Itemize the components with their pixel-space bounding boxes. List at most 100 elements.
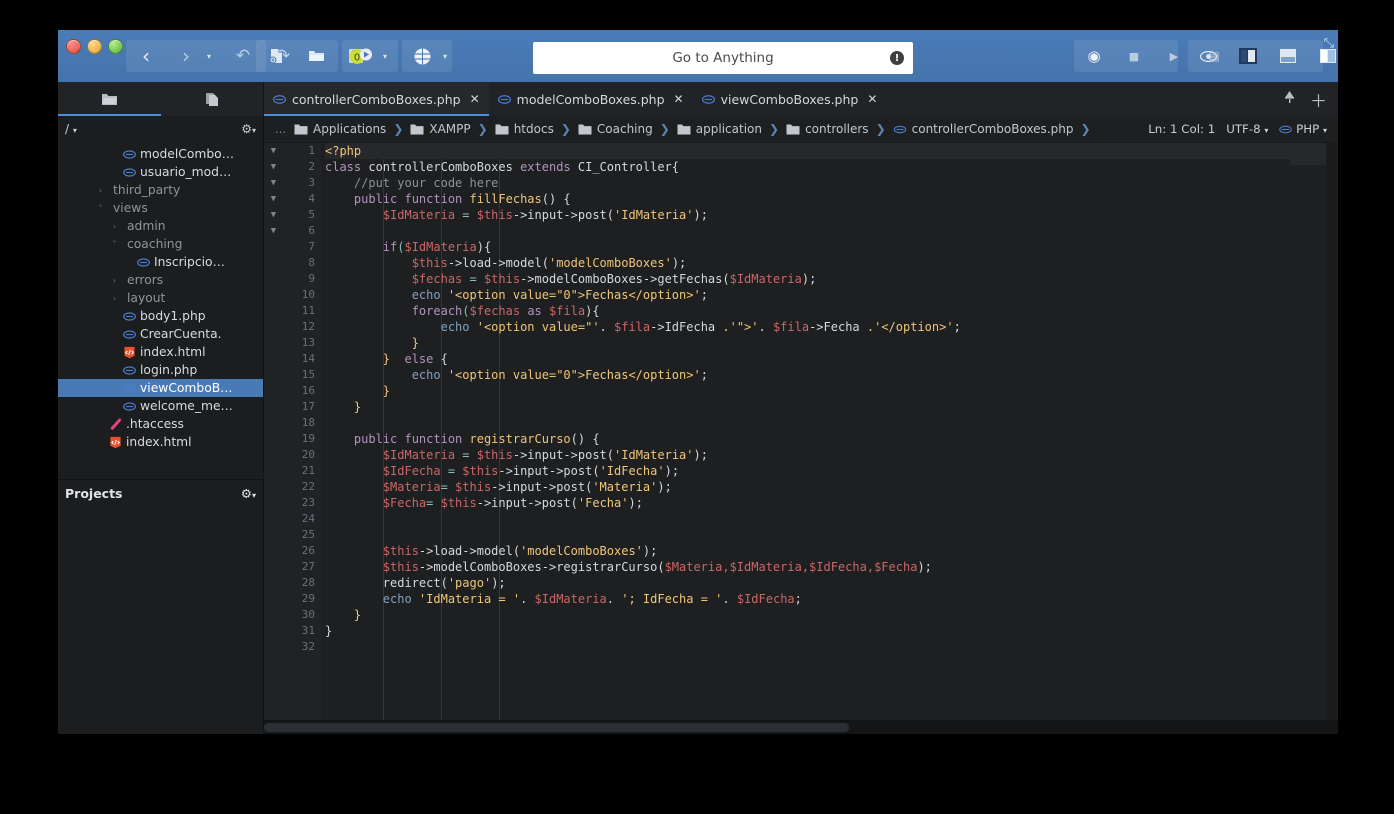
code-line[interactable]: } (325, 383, 1338, 399)
code-line[interactable] (325, 415, 1338, 431)
close-window-button[interactable] (66, 39, 81, 54)
pane-bottom-button[interactable] (1268, 40, 1308, 72)
toggle-visibility-icon[interactable] (1188, 40, 1228, 72)
fold-toggle-icon[interactable]: ▼ (264, 143, 283, 159)
projects-gear-icon[interactable]: ⚙▾ (241, 486, 256, 501)
code-line[interactable]: $this->load->model('modelComboBoxes'); (325, 543, 1338, 559)
file-tab[interactable]: modelComboBoxes.php ✕ (489, 82, 693, 116)
fold-gutter[interactable]: ▼ ▼ ▼ ▼ ▼ ▼ (264, 143, 283, 720)
code-line[interactable]: } (325, 607, 1338, 623)
file-tree-item[interactable]: usuario_mod… (58, 163, 263, 181)
code-line[interactable]: echo '<option value="0">Fechas</option>'… (325, 287, 1338, 303)
code-area[interactable]: <?php class controllerComboBoxes extends … (321, 143, 1338, 720)
breadcrumb-item[interactable]: Applications (291, 122, 389, 136)
tree-disclosure-icon[interactable]: › (96, 186, 105, 195)
breadcrumb-item[interactable]: application (674, 122, 765, 136)
code-line[interactable]: $fechas = $this->modelComboBoxes->getFec… (325, 271, 1338, 287)
breadcrumb-item[interactable]: Coaching (575, 122, 656, 136)
file-tab[interactable]: controllerComboBoxes.php ✕ (264, 82, 489, 116)
code-line[interactable]: } (325, 399, 1338, 415)
file-tree-item[interactable]: ˅ coaching (58, 235, 263, 253)
file-tree-item[interactable]: › third_party (58, 181, 263, 199)
code-line[interactable]: if($IdMateria){ (325, 239, 1338, 255)
code-line[interactable]: redirect('pago'); (325, 575, 1338, 591)
code-line[interactable]: $Fecha= $this->input->post('Fecha'); (325, 495, 1338, 511)
breadcrumb-item[interactable]: htdocs (492, 122, 557, 136)
tree-disclosure-icon[interactable]: › (110, 222, 119, 231)
breadcrumb-item[interactable]: XAMPP (407, 122, 473, 136)
code-editor[interactable]: ▼ ▼ ▼ ▼ ▼ ▼ 1 2 3 4 5 6 7 8 9 10 11 12 13 14 15 16 17 18 19 20 21… (264, 143, 1338, 720)
forward-button[interactable]: › (166, 40, 206, 72)
code-line[interactable]: public function registrarCurso() { (325, 431, 1338, 447)
fold-toggle-icon[interactable]: ▼ (264, 175, 283, 191)
close-tab-icon[interactable]: ✕ (674, 92, 684, 106)
breadcrumb-item[interactable]: controllerComboBoxes.php (890, 122, 1077, 136)
open-folder-icon[interactable] (296, 40, 336, 72)
maximize-window-button[interactable] (108, 39, 123, 54)
file-tree-item[interactable]: › errors (58, 271, 263, 289)
code-line[interactable]: $this->load->model('modelComboBoxes'); (325, 255, 1338, 271)
file-tree-item[interactable]: ˅ views (58, 199, 263, 217)
breadcrumb-ellipsis[interactable]: … (270, 123, 291, 136)
info-icon[interactable]: ! (890, 51, 904, 65)
code-line[interactable] (325, 639, 1338, 655)
back-button[interactable]: ‹ (126, 40, 166, 72)
resize-corner-icon[interactable]: ⤡ (1324, 36, 1334, 51)
code-line[interactable]: } else { (325, 351, 1338, 367)
new-file-icon[interactable] (256, 40, 296, 72)
code-line[interactable]: $IdMateria = $this->input->post('IdMater… (325, 207, 1338, 223)
new-tab-icon[interactable]: ＋ (1310, 87, 1327, 112)
minimize-window-button[interactable] (87, 39, 102, 54)
file-tree-item[interactable]: › layout (58, 289, 263, 307)
code-line[interactable] (325, 527, 1338, 543)
sidebar-tab-open-files[interactable] (161, 82, 264, 116)
file-tree[interactable]: modelCombo… usuario_mod… › third_party ˅ view… (58, 142, 263, 479)
code-line[interactable] (325, 223, 1338, 239)
code-line[interactable]: <?php (325, 143, 1338, 159)
code-line[interactable]: class controllerComboBoxes extends CI_Co… (325, 159, 1338, 175)
go-to-anything-input[interactable]: Go to Anything ! (533, 42, 913, 74)
file-tree-item[interactable]: modelCombo… (58, 145, 263, 163)
encoding-selector[interactable]: UTF-8 ▾ (1226, 122, 1268, 136)
code-line[interactable]: $IdMateria = $this->input->post('IdMater… (325, 447, 1338, 463)
file-tree-item[interactable]: viewComboB… (58, 379, 263, 397)
close-tab-icon[interactable]: ✕ (470, 92, 480, 106)
pin-tab-icon[interactable] (1282, 90, 1297, 108)
file-tree-item[interactable]: .htaccess (58, 415, 263, 433)
tree-disclosure-icon[interactable]: › (110, 294, 119, 303)
vertical-scrollbar[interactable] (1326, 143, 1338, 720)
sidebar-gear-icon[interactable]: ⚙▾ (241, 122, 256, 136)
sidebar-tab-places[interactable] (58, 82, 161, 116)
code-line[interactable]: public function fillFechas() { (325, 191, 1338, 207)
record-macro-icon[interactable]: ◉ (1074, 40, 1114, 72)
breadcrumb[interactable]: … Applications ❯ XAMPP ❯ htdocs ❯ Coaching ❯ appl… (270, 122, 1148, 136)
fold-toggle-icon[interactable]: ▼ (264, 207, 283, 223)
file-tree-item[interactable]: › admin (58, 217, 263, 235)
file-tree-item[interactable]: Inscripcio… (58, 253, 263, 271)
code-line[interactable]: //put your code here (325, 175, 1338, 191)
fold-toggle-icon[interactable]: ▼ (264, 223, 283, 239)
code-line[interactable]: $Materia= $this->input->post('Materia'); (325, 479, 1338, 495)
history-dropdown-caret-icon[interactable]: ▾ (206, 52, 217, 61)
file-tree-item[interactable]: body1.php (58, 307, 263, 325)
code-line[interactable]: } (325, 623, 1338, 639)
code-line[interactable] (325, 511, 1338, 527)
file-tree-item[interactable]: welcome_me… (58, 397, 263, 415)
horizontal-scrollbar-thumb[interactable] (264, 723, 849, 732)
tree-disclosure-icon[interactable]: › (110, 276, 119, 285)
horizontal-scrollbar[interactable] (264, 720, 1338, 734)
fold-toggle-icon[interactable]: ▼ (264, 191, 283, 207)
preview-dropdown-caret-icon[interactable]: ▾ (382, 52, 393, 61)
file-tree-item[interactable]: index.html (58, 433, 263, 451)
browser-preview-icon[interactable] (402, 40, 442, 72)
pane-left-button[interactable] (1228, 40, 1268, 72)
close-tab-icon[interactable]: ✕ (867, 92, 877, 106)
file-tree-item[interactable]: index.html (58, 343, 263, 361)
preview-debug-icon[interactable]: 0 (342, 40, 382, 72)
browser-dropdown-caret-icon[interactable]: ▾ (442, 52, 453, 61)
sidebar-path[interactable]: / ▾ (65, 122, 77, 136)
fold-toggle-icon[interactable]: ▼ (264, 159, 283, 175)
code-line[interactable]: echo '<option value="0">Fechas</option>'… (325, 367, 1338, 383)
language-selector[interactable]: PHP ▾ (1279, 122, 1327, 136)
code-line[interactable]: echo '<option value="'. $fila->IdFecha .… (325, 319, 1338, 335)
